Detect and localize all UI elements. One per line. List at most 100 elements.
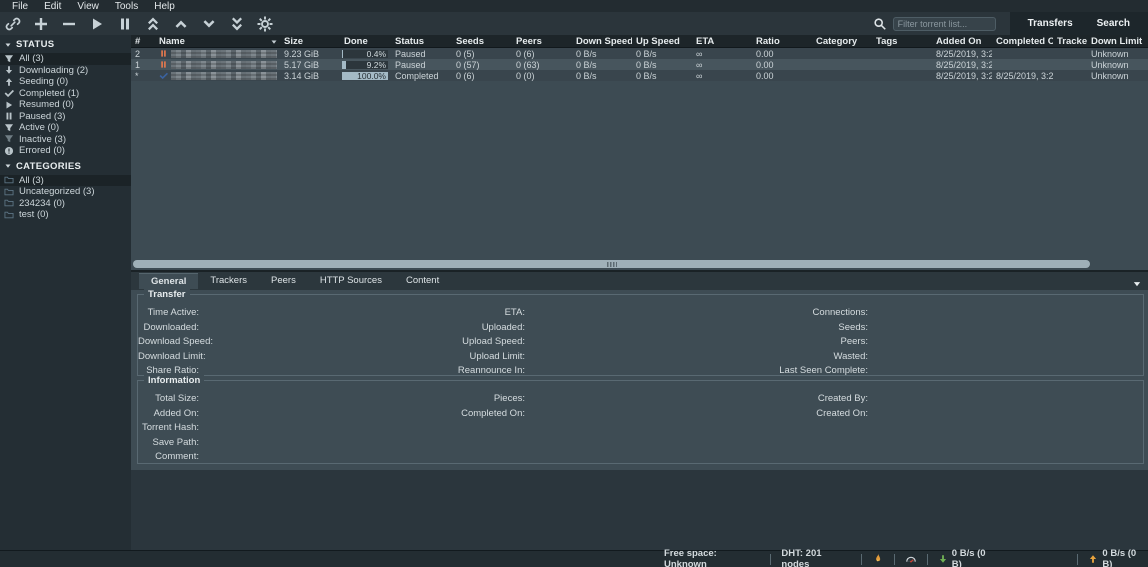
cell-size: 3.14 GiB [280, 71, 340, 81]
cell-completed-on: 8/25/2019, 3:24… [992, 71, 1053, 81]
sidebar-status-downloading-2[interactable]: Downloading (2) [0, 65, 131, 77]
properties-tab-trackers[interactable]: Trackers [198, 273, 259, 289]
cell-down-limit: Unknown [1087, 71, 1143, 81]
arrow-up-icon [4, 77, 14, 87]
sidebar-status-inactive-3[interactable]: Inactive (3) [0, 134, 131, 146]
prop-label-empty [457, 422, 525, 433]
sidebar-status-paused-3[interactable]: Paused (3) [0, 111, 131, 123]
prop-label-connections: Connections: [775, 307, 868, 318]
categories-section-header[interactable]: CATEGORIES [0, 157, 131, 175]
prop-value [199, 393, 457, 404]
resume-button[interactable] [88, 15, 106, 33]
cell-name [155, 71, 280, 80]
prop-value [199, 422, 457, 433]
column-header-label: Completed On [996, 36, 1053, 47]
column-header-up-speed[interactable]: Up Speed [632, 35, 692, 47]
cell-done: 0.4% [340, 50, 391, 58]
column-header-seeds[interactable]: Seeds [452, 35, 512, 47]
pause-button[interactable] [116, 15, 134, 33]
menu-help[interactable]: Help [146, 1, 183, 12]
prop-value [199, 336, 457, 347]
toolbar: TransfersSearch [0, 12, 1148, 35]
column-header-status[interactable]: Status [391, 35, 452, 47]
prop-value [868, 322, 1143, 333]
column-header-down-limit[interactable]: Down Limit [1087, 35, 1143, 47]
menu-tools[interactable]: Tools [107, 1, 146, 12]
column-header-label: Up Speed [636, 36, 680, 47]
column-header-eta[interactable]: ETA [692, 35, 752, 47]
column-header-num[interactable]: # [131, 35, 155, 47]
column-header-completed-on[interactable]: Completed On [992, 35, 1053, 47]
alt-speed-limits-icon[interactable] [905, 553, 917, 565]
prop-value [199, 408, 457, 419]
prop-label-added-on: Added On: [138, 408, 199, 419]
queue-down-button[interactable] [200, 15, 218, 33]
status-section-header[interactable]: STATUS [0, 35, 131, 53]
transfer-legend: Transfer [144, 289, 190, 300]
column-header-size[interactable]: Size [280, 35, 340, 47]
empty-area [131, 470, 1148, 550]
sidebar-category-test-0[interactable]: test (0) [0, 209, 131, 221]
sidebar-item-label: Resumed (0) [19, 99, 74, 110]
column-header-down-speed[interactable]: Down Speed [572, 35, 632, 47]
sidebar-category-all-3[interactable]: All (3) [0, 175, 131, 187]
properties-tab-http-sources[interactable]: HTTP Sources [308, 273, 394, 289]
properties-tab-general[interactable]: General [139, 273, 198, 289]
play-icon [4, 100, 14, 110]
column-header-peers[interactable]: Peers [512, 35, 572, 47]
sidebar-status-seeding-0[interactable]: Seeding (0) [0, 76, 131, 88]
cell-up-speed: 0 B/s [632, 49, 692, 59]
column-header-ratio[interactable]: Ratio [752, 35, 812, 47]
queue-bottom-button[interactable] [228, 15, 246, 33]
menu-file[interactable]: File [4, 1, 36, 12]
add-link-button[interactable] [4, 15, 22, 33]
properties-tab-peers[interactable]: Peers [259, 273, 308, 289]
cell-size: 9.23 GiB [280, 49, 340, 59]
prop-label-download-limit: Download Limit: [138, 351, 199, 362]
column-header-tags[interactable]: Tags [872, 35, 932, 47]
top-tab-transfers[interactable]: Transfers [1016, 15, 1085, 32]
sidebar-status-completed-1[interactable]: Completed (1) [0, 88, 131, 100]
properties-panel: Transfer Time Active:ETA:Connections:Dow… [131, 290, 1148, 470]
torrent-row[interactable]: *3.14 GiB100.0%Completed0 (6)0 (0)0 B/s0… [131, 70, 1148, 81]
torrent-row[interactable]: 15.17 GiB9.2%Paused0 (57)0 (63)0 B/s0 B/… [131, 59, 1148, 70]
progress-bar: 9.2% [342, 61, 388, 69]
column-header-tracker[interactable]: Tracker [1053, 35, 1087, 47]
filter-torrent-input[interactable] [893, 17, 996, 31]
properties-tab-content[interactable]: Content [394, 273, 451, 289]
cell-down-speed: 0 B/s [572, 49, 632, 59]
queue-up-button[interactable] [172, 15, 190, 33]
column-header-category[interactable]: Category [812, 35, 872, 47]
cell-added-on: 8/25/2019, 3:24… [932, 71, 992, 81]
sidebar-status-all-3[interactable]: All (3) [0, 53, 131, 65]
prop-value [868, 393, 1143, 404]
cell-added-on: 8/25/2019, 3:23… [932, 60, 992, 70]
paused-state-icon [159, 49, 168, 58]
sidebar-category-234234-0[interactable]: 234234 (0) [0, 198, 131, 210]
column-header-label: Added On [936, 36, 981, 47]
properties-tab-bar: GeneralTrackersPeersHTTP SourcesContent [131, 272, 1148, 290]
panel-collapse-caret-icon[interactable] [1132, 276, 1142, 286]
horizontal-scrollbar[interactable] [133, 260, 1090, 268]
global-upload-speed: 0 B/s (0 B) [1102, 548, 1148, 567]
sidebar-status-active-0[interactable]: Active (0) [0, 122, 131, 134]
menu-edit[interactable]: Edit [36, 1, 69, 12]
options-button[interactable] [256, 15, 274, 33]
torrent-row[interactable]: 29.23 GiB0.4%Paused0 (5)0 (6)0 B/s0 B/s∞… [131, 48, 1148, 59]
progress-label: 100.0% [357, 72, 386, 80]
prop-label-empty [775, 437, 868, 448]
sidebar-category-uncategorized-3[interactable]: Uncategorized (3) [0, 186, 131, 198]
add-torrent-button[interactable] [32, 15, 50, 33]
menu-view[interactable]: View [69, 1, 107, 12]
sidebar-status-errored-0[interactable]: Errored (0) [0, 145, 131, 157]
queue-top-button[interactable] [144, 15, 162, 33]
column-header-label: Size [284, 36, 303, 47]
top-tab-search[interactable]: Search [1085, 15, 1142, 32]
column-header-done[interactable]: Done [340, 35, 391, 47]
funnel-dim-icon [4, 134, 14, 144]
delete-button[interactable] [60, 15, 78, 33]
column-header-added-on[interactable]: Added On [932, 35, 992, 47]
sidebar-status-resumed-0[interactable]: Resumed (0) [0, 99, 131, 111]
column-header-name[interactable]: Name [155, 35, 280, 47]
scrollbar-grip[interactable] [607, 262, 617, 267]
